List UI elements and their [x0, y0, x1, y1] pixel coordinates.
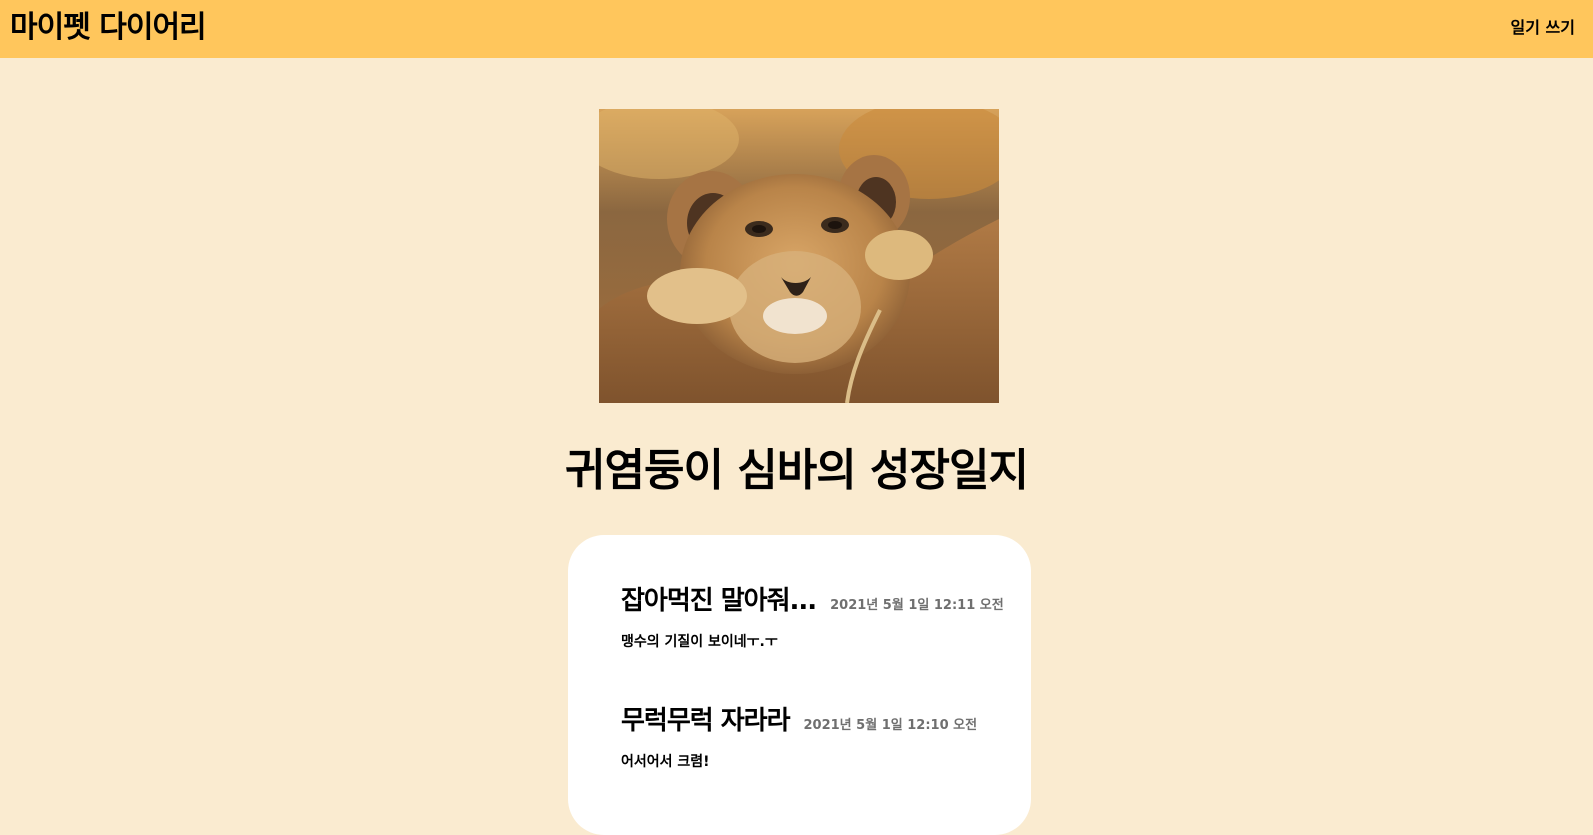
diary-entry-title[interactable]: 무럭무럭 자라라: [621, 705, 790, 737]
write-diary-link[interactable]: 일기 쓰기: [1511, 18, 1575, 38]
diary-list-card: 잡아먹진 말아줘... 2021년 5월 1일 12:11 오전 맹수의 기질이…: [568, 535, 1031, 835]
diary-entry-date: 2021년 5월 1일 12:10 오전: [803, 718, 978, 733]
diary-entry-header: 잡아먹진 말아줘... 2021년 5월 1일 12:11 오전: [621, 585, 1021, 617]
diary-entry[interactable]: 잡아먹진 말아줘... 2021년 5월 1일 12:11 오전 맹수의 기질이…: [621, 585, 1021, 651]
diary-entry[interactable]: 무럭무럭 자라라 2021년 5월 1일 12:10 오전 어서어서 크렴!: [621, 705, 1021, 771]
diary-entry-body: 어서어서 크렴!: [621, 754, 710, 770]
diary-entry-date: 2021년 5월 1일 12:11 오전: [830, 598, 1004, 613]
diary-entry-title[interactable]: 잡아먹진 말아줘...: [621, 585, 817, 617]
page-title: 귀염둥이 심바의 성장일지: [565, 445, 1029, 496]
diary-entry-body: 맹수의 기질이 보이네ㅜ.ㅜ: [621, 634, 778, 650]
brand-logo-text[interactable]: 마이펫 다이어리: [10, 9, 207, 47]
lion-cub-photo: [599, 109, 999, 403]
diary-entry-header: 무럭무럭 자라라 2021년 5월 1일 12:10 오전: [621, 705, 1021, 737]
top-navbar: 마이펫 다이어리 일기 쓰기: [0, 0, 1593, 58]
